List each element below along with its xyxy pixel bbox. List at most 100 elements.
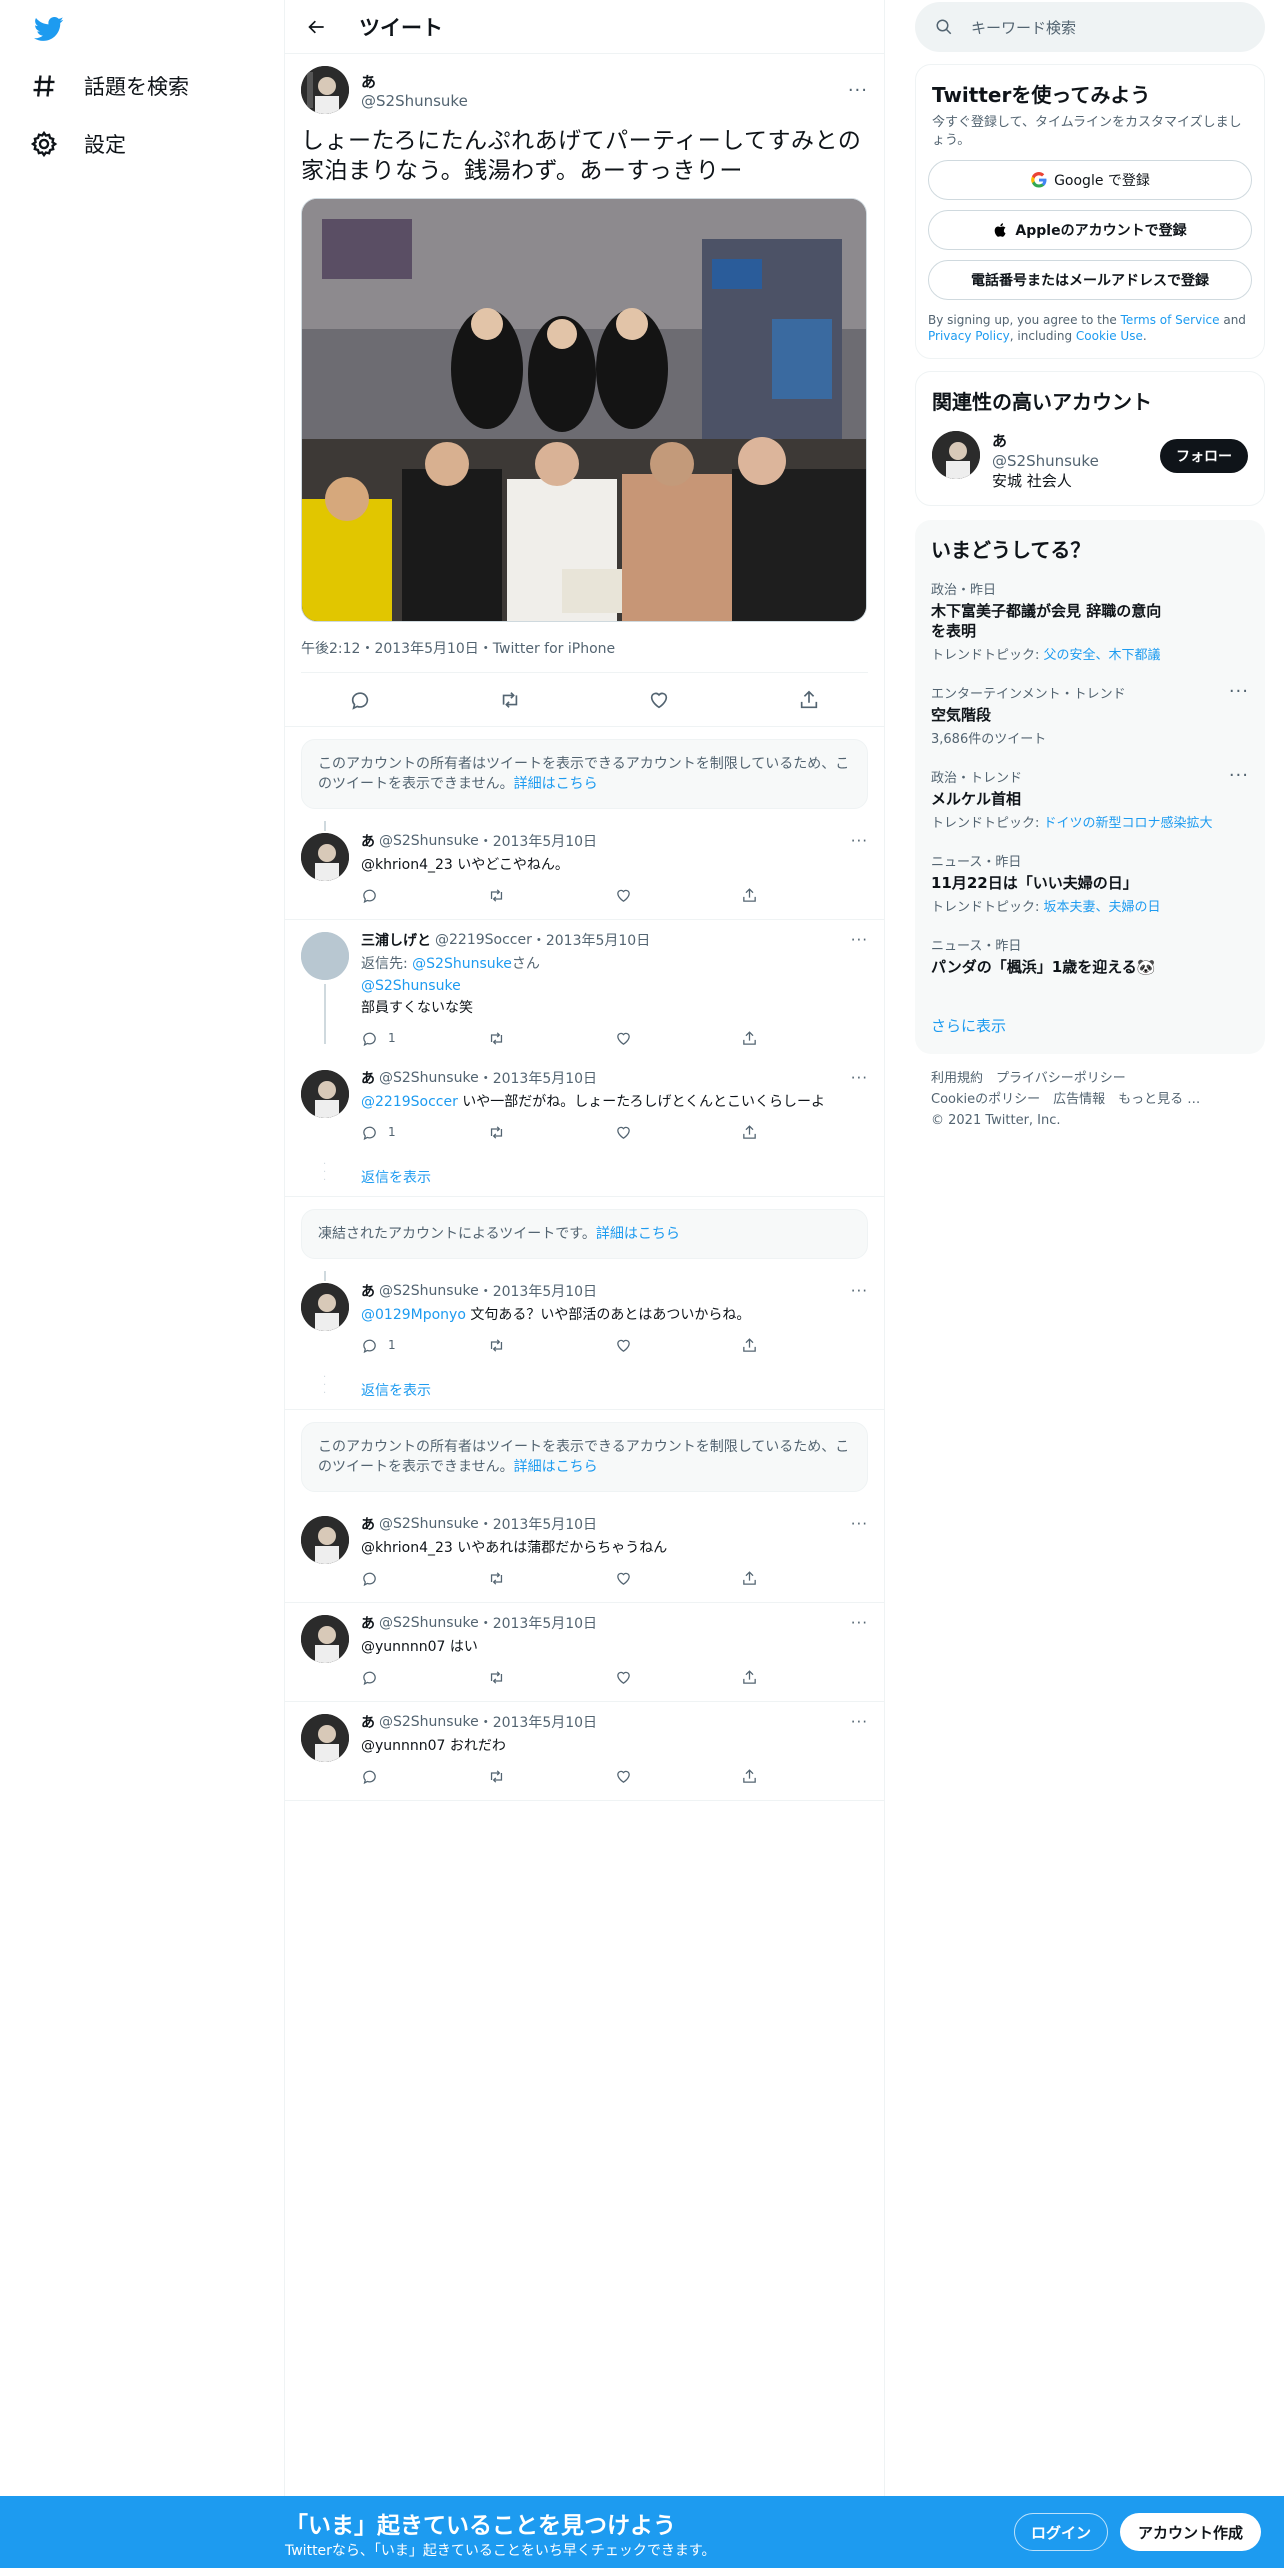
- reply-user-name[interactable]: あ: [361, 831, 375, 851]
- reply-button[interactable]: 1: [361, 1030, 488, 1047]
- like-button[interactable]: [615, 1124, 742, 1141]
- reply-tweet[interactable]: あ @S2Shunsuke ・2013年5月10日 ··· @khrion4_23 い…: [285, 821, 884, 920]
- avatar[interactable]: [932, 431, 980, 479]
- reply-user-handle[interactable]: @S2Shunsuke: [379, 833, 479, 849]
- share-button[interactable]: [741, 1030, 868, 1047]
- learn-more-link[interactable]: 詳細はこちら: [514, 1459, 598, 1475]
- reply-icon[interactable]: [349, 689, 371, 711]
- focal-user-name[interactable]: あ: [361, 71, 468, 92]
- nav-explore[interactable]: 話題を検索: [30, 58, 189, 114]
- reply-user-name[interactable]: あ: [361, 1281, 375, 1301]
- avatar[interactable]: [301, 1714, 349, 1762]
- like-button[interactable]: [615, 1030, 742, 1047]
- trend-item[interactable]: 政治・トレンド ··· メルケル首相 トレンドトピック: ドイツの新型コロナ感染…: [915, 757, 1265, 841]
- search-box[interactable]: キーワード検索: [915, 2, 1265, 52]
- reply-tweet[interactable]: あ @S2Shunsuke ・2013年5月10日 ··· @yunnnn07 はい: [285, 1603, 884, 1702]
- nav-settings[interactable]: 設定: [30, 116, 126, 172]
- privacy-link[interactable]: Privacy Policy: [928, 329, 1010, 343]
- share-button[interactable]: [741, 1570, 868, 1587]
- footer-line[interactable]: 利用規約 プライバシーポリシー: [931, 1068, 1249, 1089]
- avatar[interactable]: [301, 1283, 349, 1331]
- avatar[interactable]: [301, 1070, 349, 1118]
- avatar-default[interactable]: [301, 932, 349, 980]
- reply-date[interactable]: ・2013年5月10日: [479, 1613, 597, 1633]
- trend-item[interactable]: ニュース・昨日 11月22日は「いい夫婦の日」 トレンドトピック: 坂本夫妻、夫…: [915, 841, 1265, 925]
- reply-date[interactable]: ・2013年5月10日: [479, 831, 597, 851]
- reply-to-link[interactable]: @S2Shunsuke: [412, 956, 512, 972]
- trend-item[interactable]: ニュース・昨日 パンダの「楓浜」1歳を迎える🐼: [915, 925, 1265, 997]
- retweet-button[interactable]: [488, 1570, 615, 1587]
- reply-button[interactable]: 1: [361, 1337, 488, 1354]
- reply-user-handle[interactable]: @2219Soccer: [435, 932, 532, 948]
- reply-button[interactable]: [361, 1768, 488, 1785]
- retweet-button[interactable]: [488, 1337, 615, 1354]
- more-icon[interactable]: ···: [851, 1614, 868, 1632]
- more-icon[interactable]: ···: [851, 931, 868, 949]
- related-name[interactable]: あ: [992, 431, 1099, 451]
- share-button[interactable]: [741, 1337, 868, 1354]
- reply-mention[interactable]: @S2Shunsuke: [361, 976, 868, 996]
- reply-user-handle[interactable]: @S2Shunsuke: [379, 1714, 479, 1730]
- retweet-button[interactable]: [488, 1030, 615, 1047]
- footer-line[interactable]: Cookieのポリシー 広告情報 もっと見る …: [931, 1089, 1249, 1110]
- reply-button[interactable]: [361, 1570, 488, 1587]
- reply-user-name[interactable]: あ: [361, 1613, 375, 1633]
- reply-mention[interactable]: @0129Mponyo: [361, 1307, 466, 1323]
- trend-topic-link[interactable]: ドイツの新型コロナ感染拡大: [1044, 816, 1213, 831]
- reply-mention[interactable]: @khrion4_23: [361, 857, 453, 873]
- create-account-button[interactable]: アカウント作成: [1120, 2513, 1262, 2551]
- reply-user-handle[interactable]: @S2Shunsuke: [379, 1516, 479, 1532]
- share-button[interactable]: [741, 1768, 868, 1785]
- show-replies-link[interactable]: · · · 返信を表示: [285, 1157, 884, 1197]
- reply-date[interactable]: ・2013年5月10日: [532, 930, 650, 950]
- related-account[interactable]: あ @S2Shunsuke 安城 社会人 フォロー: [916, 421, 1264, 505]
- share-button[interactable]: [741, 1124, 868, 1141]
- like-button[interactable]: [615, 1337, 742, 1354]
- related-handle[interactable]: @S2Shunsuke: [992, 451, 1099, 471]
- reply-user-handle[interactable]: @S2Shunsuke: [379, 1615, 479, 1631]
- reply-button[interactable]: 1: [361, 1124, 488, 1141]
- reply-tweet[interactable]: あ @S2Shunsuke ・2013年5月10日 ··· @khrion4_23 い…: [285, 1504, 884, 1603]
- trends-show-more-link[interactable]: さらに表示: [915, 997, 1265, 1054]
- share-button[interactable]: [741, 887, 868, 904]
- like-button[interactable]: [615, 887, 742, 904]
- back-arrow-icon[interactable]: [299, 9, 335, 45]
- share-button[interactable]: [741, 1669, 868, 1686]
- more-icon[interactable]: ···: [851, 1515, 868, 1533]
- follow-button[interactable]: フォロー: [1160, 439, 1248, 473]
- retweet-button[interactable]: [488, 1124, 615, 1141]
- avatar[interactable]: [301, 66, 349, 114]
- cookie-link[interactable]: Cookie Use: [1076, 329, 1143, 343]
- reply-tweet[interactable]: あ @S2Shunsuke ・2013年5月10日 ··· @2219Soccer い…: [285, 1058, 884, 1157]
- reply-tweet[interactable]: あ @S2Shunsuke ・2013年5月10日 ··· @yunnnn07 おれだ…: [285, 1702, 884, 1801]
- retweet-button[interactable]: [488, 1768, 615, 1785]
- tweet-photo[interactable]: [301, 198, 867, 622]
- login-button[interactable]: ログイン: [1014, 2513, 1109, 2551]
- show-replies-link[interactable]: · · · 返信を表示: [285, 1370, 884, 1410]
- trend-item[interactable]: エンターテインメント・トレンド ··· 空気階段 3,686件のツイート: [915, 673, 1265, 757]
- reply-user-handle[interactable]: @S2Shunsuke: [379, 1070, 479, 1086]
- reply-button[interactable]: [361, 887, 488, 904]
- apple-signup-button[interactable]: Appleのアカウントで登録: [928, 210, 1252, 250]
- reply-user-handle[interactable]: @S2Shunsuke: [379, 1283, 479, 1299]
- retweet-button[interactable]: [488, 1669, 615, 1686]
- trend-topic-link[interactable]: 坂本夫妻、夫婦の日: [1044, 900, 1161, 915]
- more-icon[interactable]: ···: [851, 832, 868, 850]
- twitter-logo-icon[interactable]: [32, 14, 66, 44]
- reply-tweet[interactable]: あ @S2Shunsuke ・2013年5月10日 ··· @0129Mponyo 文…: [285, 1271, 884, 1370]
- share-icon[interactable]: [798, 689, 820, 711]
- terms-link[interactable]: Terms of Service: [1121, 313, 1220, 327]
- avatar[interactable]: [301, 833, 349, 881]
- retweet-icon[interactable]: [499, 689, 521, 711]
- more-icon[interactable]: ···: [851, 1713, 868, 1731]
- avatar[interactable]: [301, 1615, 349, 1663]
- reply-date[interactable]: ・2013年5月10日: [479, 1068, 597, 1088]
- more-icon[interactable]: ···: [1229, 681, 1249, 702]
- learn-more-link[interactable]: 詳細はこちら: [514, 776, 598, 792]
- more-icon[interactable]: ···: [851, 1282, 868, 1300]
- tweet-timestamp[interactable]: 午後2:12・2013年5月10日・Twitter for iPhone: [301, 638, 868, 673]
- search-input[interactable]: キーワード検索: [971, 17, 1076, 38]
- phone-email-signup-button[interactable]: 電話番号またはメールアドレスで登録: [928, 260, 1252, 300]
- reply-mention[interactable]: @2219Soccer: [361, 1094, 458, 1110]
- reply-date[interactable]: ・2013年5月10日: [479, 1281, 597, 1301]
